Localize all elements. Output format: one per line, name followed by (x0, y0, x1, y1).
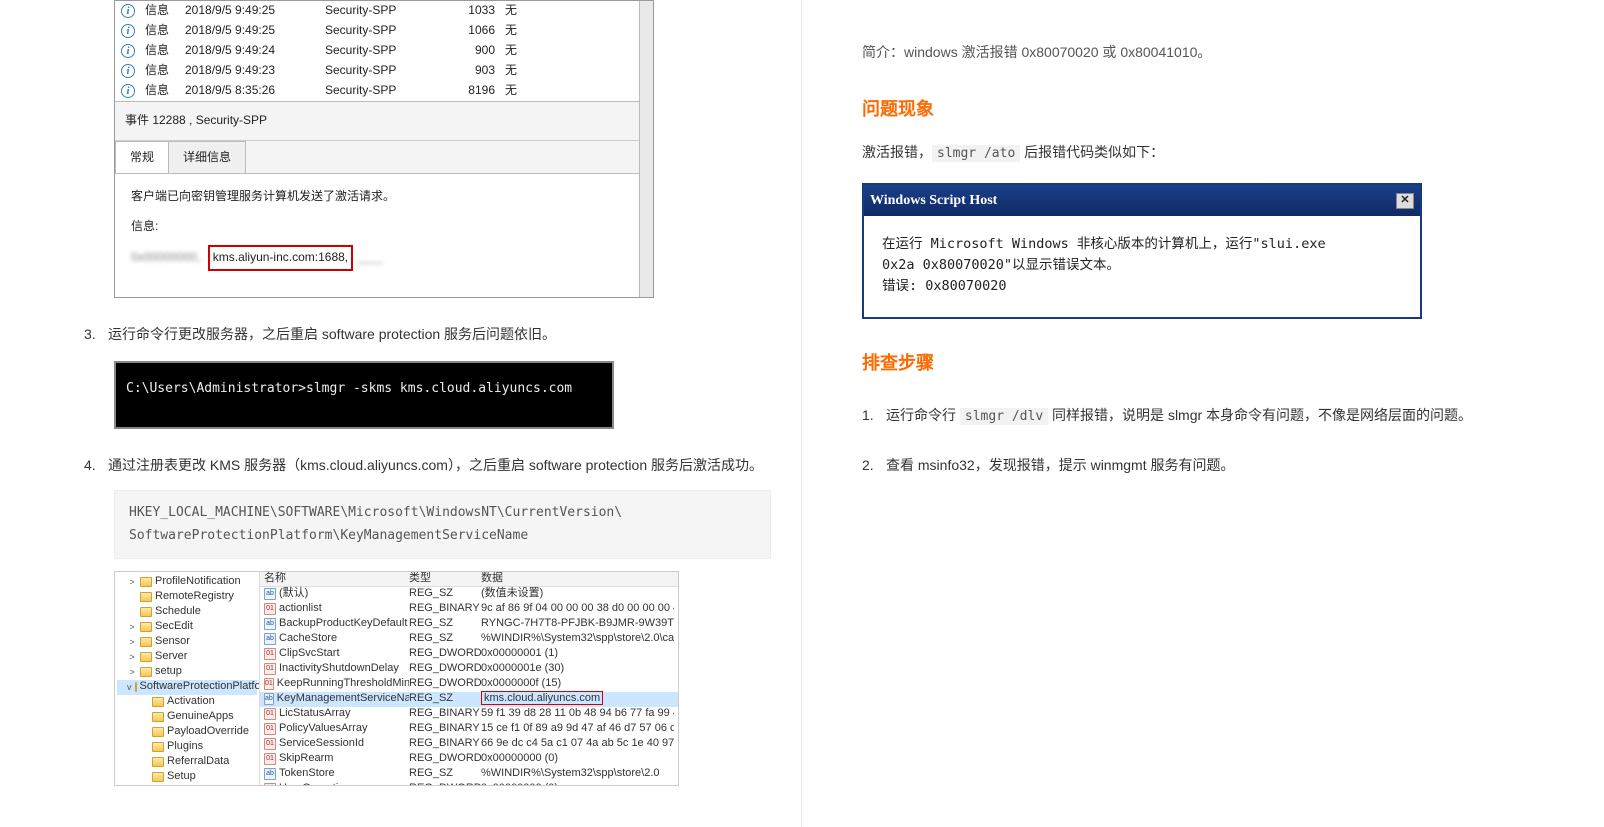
step-1: 1. 运行命令行 slmgr /dlv 同样报错，说明是 slmgr 本身命令有… (862, 403, 1574, 428)
intro-paragraph: 简介：windows 激活报错 0x80070020 或 0x80041010。 (862, 40, 1574, 65)
reg-value-icon: 01 (264, 783, 276, 785)
folder-icon (140, 592, 152, 602)
cmd-screenshot: C:\Users\Administrator>slmgr -skms kms.c… (114, 361, 614, 428)
event-viewer-panel-title: 事件 12288 , Security-SPP (115, 102, 639, 141)
folder-icon (140, 652, 152, 662)
wsh-dialog-screenshot: Windows Script Host ✕ 在运行 Microsoft Wind… (862, 183, 1422, 319)
problem-paragraph: 激活报错，slmgr /ato 后报错代码类似如下： (862, 140, 1574, 165)
event-scrollbar (639, 1, 653, 297)
heading-problem: 问题现象 (862, 93, 1574, 125)
inline-code-slmgr-ato: slmgr /ato (932, 145, 1020, 162)
folder-icon (140, 607, 152, 617)
event-row: i信息2018/9/5 9:49:25Security-SPP1033无 (115, 1, 639, 21)
event-viewer-screenshot: i信息2018/9/5 9:49:25Security-SPP1033无i信息2… (114, 0, 654, 298)
list-item-4: 4. 通过注册表更改 KMS 服务器（kms.cloud.aliyuncs.co… (84, 453, 771, 478)
folder-icon (152, 712, 164, 722)
list-item-3: 3. 运行命令行更改服务器，之后重启 software protection 服… (84, 322, 771, 347)
wsh-title-text: Windows Script Host (870, 188, 997, 213)
info-icon: i (121, 64, 135, 78)
event-detail-line1: 客户端已向密钥管理服务计算机发送了激活请求。 (131, 186, 623, 208)
registry-editor-screenshot: >ProfileNotificationRemoteRegistrySchedu… (114, 571, 679, 786)
event-detail-kms: 0x00000000, kms.aliyun-inc.com:1688, ___… (131, 245, 623, 271)
info-icon: i (121, 24, 135, 38)
event-row: i信息2018/9/5 9:49:24Security-SPP900无 (115, 41, 639, 61)
wsh-body-text: 在运行 Microsoft Windows 非核心版本的计算机上，运行"slui… (864, 216, 1420, 317)
registry-path-code: HKEY_LOCAL_MACHINE\SOFTWARE\Microsoft\Wi… (114, 490, 771, 559)
event-tab-detail: 详细信息 (168, 141, 246, 174)
info-icon: i (121, 4, 135, 18)
folder-icon (152, 727, 164, 737)
kms-highlight-box: kms.aliyun-inc.com:1688, (208, 245, 353, 271)
reg-tree-node: >Server (117, 650, 257, 665)
folder-icon (152, 772, 164, 782)
inline-code-slmgr-dlv: slmgr /dlv (960, 408, 1048, 425)
folder-icon (140, 622, 152, 632)
folder-icon (152, 742, 164, 752)
folder-icon (140, 577, 152, 587)
folder-icon (152, 697, 164, 707)
event-row: i信息2018/9/5 8:35:26Security-SPP8196无 (115, 81, 639, 101)
folder-icon (140, 637, 152, 647)
close-icon: ✕ (1396, 193, 1414, 209)
reg-tree-node: Setup (117, 770, 257, 785)
event-row: i信息2018/9/5 9:49:23Security-SPP903无 (115, 61, 639, 81)
event-detail-info-label: 信息: (131, 216, 623, 238)
heading-steps: 排查步骤 (862, 347, 1574, 379)
folder-icon (152, 757, 164, 767)
right-column: 简介：windows 激活报错 0x80070020 或 0x80041010。… (802, 0, 1604, 827)
folder-icon (135, 682, 137, 692)
reg-value-row: 01UserOperationsREG_DWORD0x00000000 (0) (260, 782, 678, 785)
event-tab-general: 常规 (115, 141, 169, 174)
event-row: i信息2018/9/5 9:49:25Security-SPP1066无 (115, 21, 639, 41)
left-column: i信息2018/9/5 9:49:25Security-SPP1033无i信息2… (0, 0, 802, 827)
info-icon: i (121, 84, 135, 98)
step-2: 2. 查看 msinfo32，发现报错，提示 winmgmt 服务有问题。 (862, 453, 1574, 478)
info-icon: i (121, 44, 135, 58)
folder-icon (140, 667, 152, 677)
